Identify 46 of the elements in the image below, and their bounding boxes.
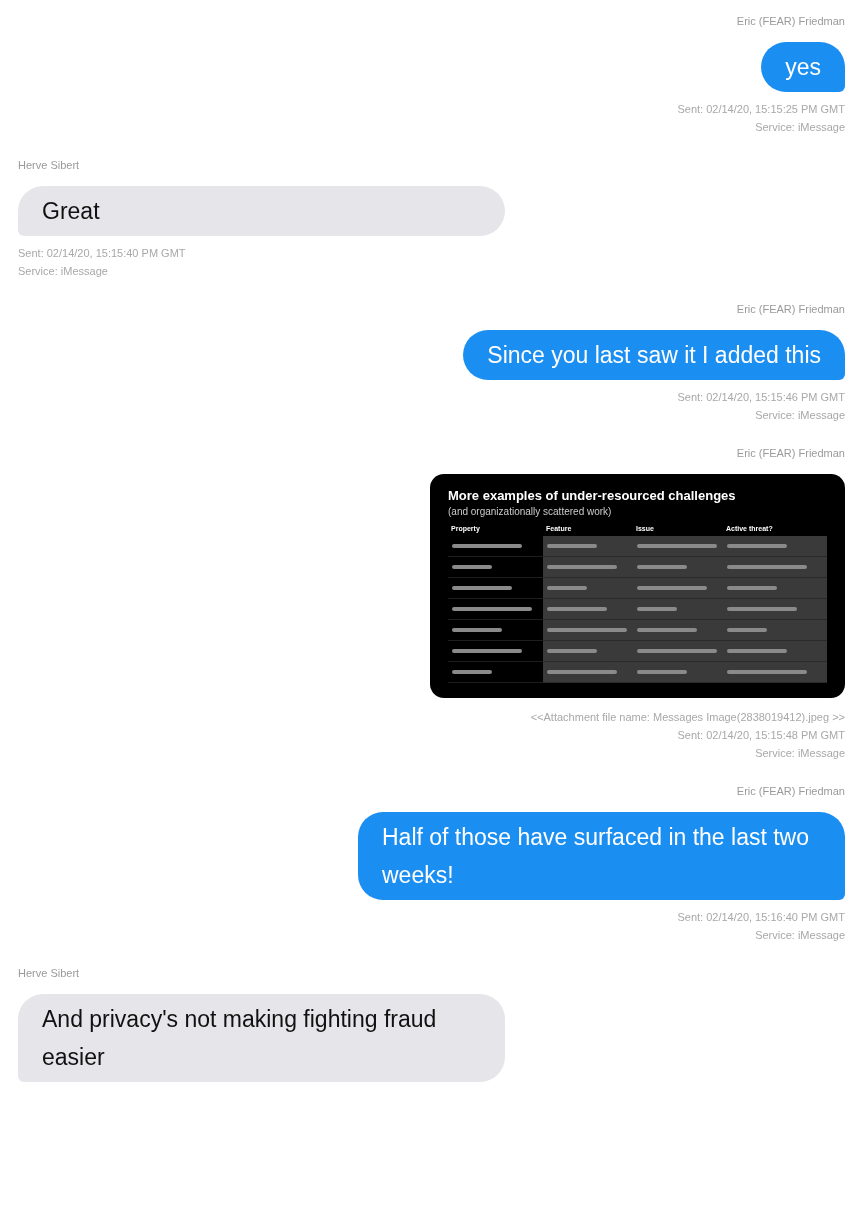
- illegible-text: [547, 670, 617, 674]
- illegible-text: [727, 628, 767, 632]
- illegible-text: [547, 649, 597, 653]
- service-label: Service: iMessage: [755, 408, 845, 423]
- illegible-text: [452, 586, 512, 590]
- message-bubble: And privacy's not making fighting fraud easier: [18, 994, 505, 1082]
- illegible-text: [727, 607, 797, 611]
- service-label: Service: iMessage: [18, 264, 108, 279]
- sent-time: Sent: 02/14/20, 15:15:46 PM GMT: [677, 390, 845, 405]
- illegible-text: [727, 544, 787, 548]
- service-label: Service: iMessage: [755, 746, 845, 761]
- illegible-text: [727, 649, 787, 653]
- sent-time: Sent: 02/14/20, 15:15:25 PM GMT: [677, 102, 845, 117]
- slide-title: More examples of under-resourced challenges: [448, 488, 737, 503]
- message-bubble: Since you last saw it I added this: [463, 330, 845, 380]
- illegible-text: [637, 670, 687, 674]
- message-bubble: Great: [18, 186, 505, 236]
- illegible-text: [452, 649, 522, 653]
- sent-time: Sent: 02/14/20, 15:15:48 PM GMT: [677, 728, 845, 743]
- illegible-text: [452, 544, 522, 548]
- sender-name: Eric (FEAR) Friedman: [736, 446, 845, 460]
- slide-subtitle: (and organizationally scattered work): [448, 506, 613, 517]
- sender-name: Eric (FEAR) Friedman: [736, 302, 845, 316]
- message-bubble: Half of those have surfaced in the last two weeks!: [358, 812, 845, 900]
- illegible-text: [452, 565, 492, 569]
- sender-name: Herve Sibert: [18, 158, 80, 172]
- illegible-text: [637, 607, 677, 611]
- illegible-text: [547, 565, 617, 569]
- service-label: Service: iMessage: [755, 928, 845, 943]
- illegible-text: [637, 565, 687, 569]
- illegible-text: [452, 628, 502, 632]
- service-label: Service: iMessage: [755, 120, 845, 135]
- illegible-text: [637, 628, 697, 632]
- sent-time: Sent: 02/14/20, 15:16:40 PM GMT: [677, 910, 845, 925]
- illegible-text: [547, 607, 607, 611]
- sent-time: Sent: 02/14/20, 15:15:40 PM GMT: [18, 246, 186, 261]
- message-bubble: yes: [761, 42, 845, 92]
- sender-name: Eric (FEAR) Friedman: [736, 784, 845, 798]
- attachment-name: <<Attachment file name: Messages Image(2838019412).jpeg >>: [530, 710, 845, 725]
- illegible-text: [452, 670, 492, 674]
- illegible-text: [547, 586, 587, 590]
- sender-name: Eric (FEAR) Friedman: [736, 14, 845, 28]
- illegible-text: [637, 586, 707, 590]
- illegible-text: [547, 544, 597, 548]
- illegible-text: [727, 586, 777, 590]
- sender-name: Herve Sibert: [18, 966, 80, 980]
